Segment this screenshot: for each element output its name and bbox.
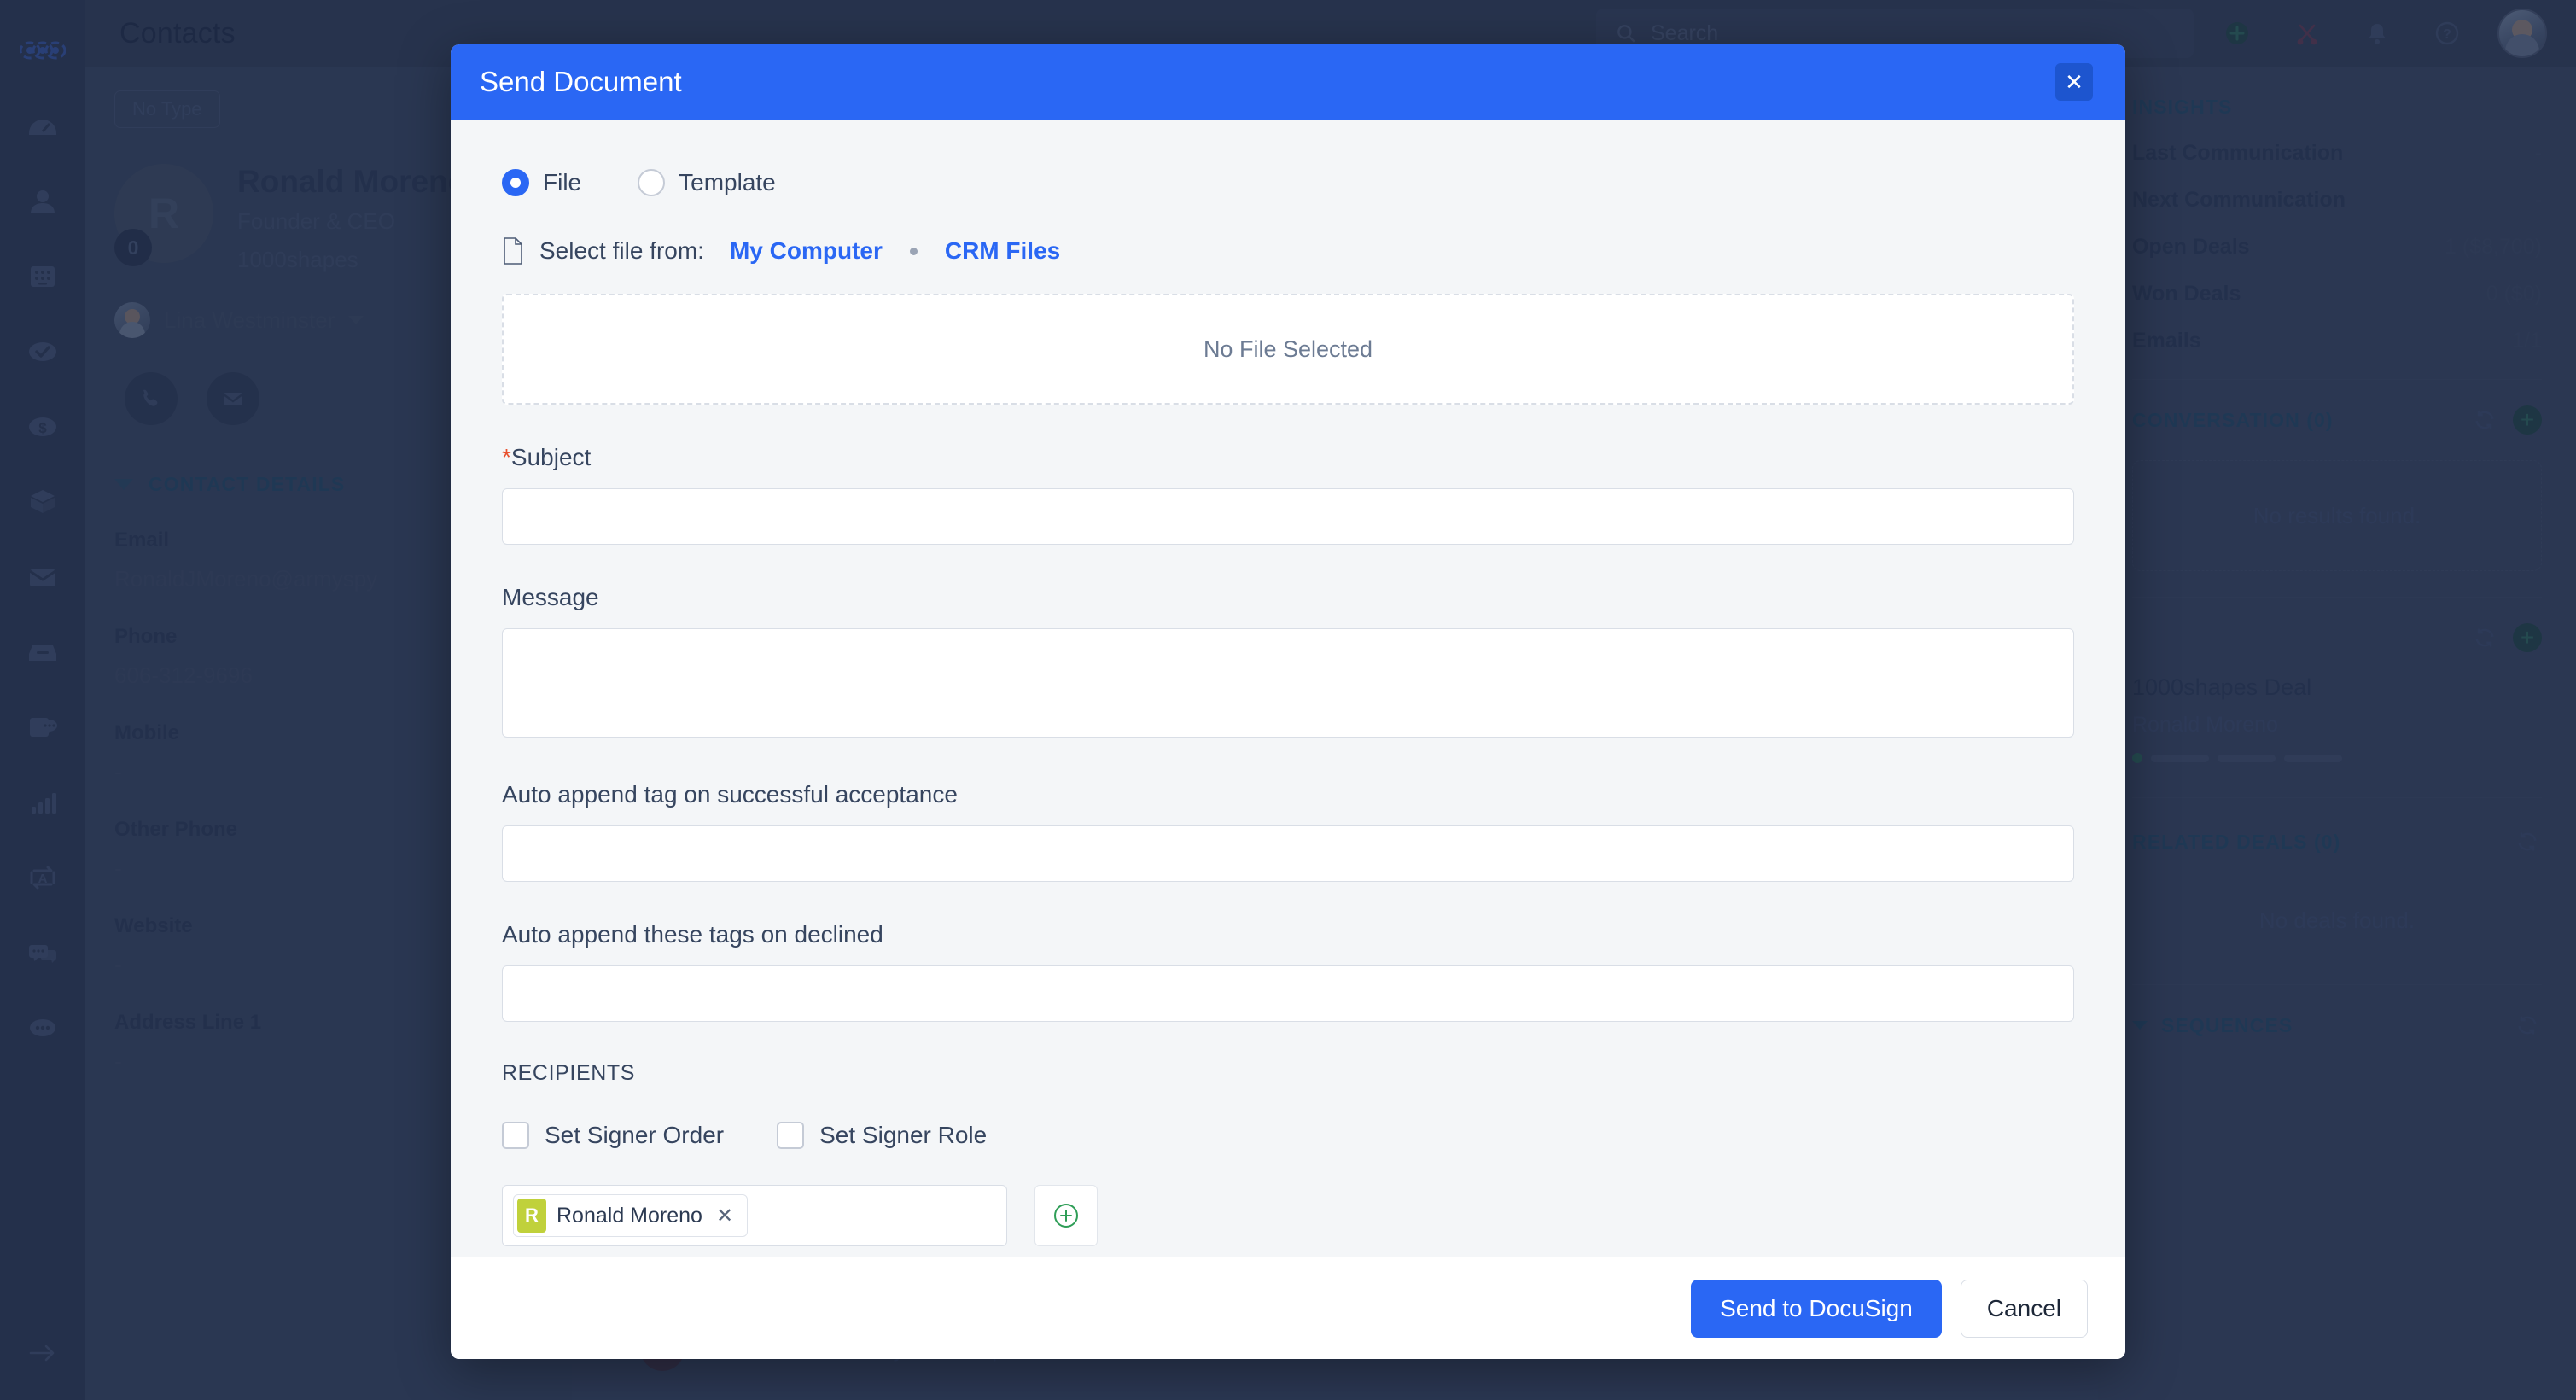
remove-recipient-icon[interactable]: ✕ — [713, 1204, 737, 1228]
file-dropzone[interactable]: No File Selected — [502, 294, 2074, 405]
select-file-from-label: Select file from: — [539, 237, 704, 264]
set-signer-role-label: Set Signer Role — [819, 1122, 988, 1148]
my-computer-link[interactable]: My Computer — [730, 237, 883, 265]
radio-option-template[interactable]: Template — [638, 169, 776, 196]
dropzone-text: No File Selected — [1203, 335, 1373, 362]
tag-decline-label: Auto append these tags on declined — [502, 921, 883, 948]
recipient-name: Ronald Moreno — [557, 1203, 702, 1228]
modal-header: Send Document ✕ — [451, 44, 2125, 120]
tag-accept-label: Auto append tag on successful acceptance — [502, 781, 958, 808]
tag-accept-input[interactable] — [502, 825, 2074, 882]
radio-file-label: File — [543, 169, 582, 195]
required-marker: * — [502, 444, 511, 470]
checkbox-set-signer-order[interactable]: Set Signer Order — [502, 1122, 724, 1149]
select-file-from-row: Select file from: My Computer CRM Files — [502, 237, 2074, 265]
recipient-chip[interactable]: R Ronald Moreno ✕ — [513, 1194, 749, 1237]
send-to-docusign-button[interactable]: Send to DocuSign — [1691, 1279, 1942, 1338]
document-icon — [502, 237, 524, 265]
plus-circle-icon — [1054, 1204, 1078, 1228]
cancel-button[interactable]: Cancel — [1960, 1279, 2088, 1338]
message-label: Message — [502, 584, 599, 610]
recipients-section-title: RECIPIENTS — [502, 1061, 636, 1085]
radio-template-label: Template — [679, 169, 776, 195]
link-separator-dot — [909, 247, 918, 255]
radio-template-icon[interactable] — [638, 169, 666, 196]
send-document-modal: Send Document ✕ File Template Select fil… — [451, 44, 2125, 1359]
recipients-row: R Ronald Moreno ✕ — [502, 1185, 2074, 1246]
message-textarea[interactable] — [502, 628, 2074, 738]
close-icon[interactable]: ✕ — [2055, 63, 2093, 101]
checkbox-icon[interactable] — [777, 1122, 805, 1149]
modal-footer: Send to DocuSign Cancel — [451, 1257, 2125, 1359]
recipients-input[interactable]: R Ronald Moreno ✕ — [502, 1185, 1007, 1246]
signer-options-row: Set Signer Order Set Signer Role — [502, 1122, 2074, 1149]
subject-label-text: Subject — [510, 444, 592, 470]
checkbox-icon[interactable] — [502, 1122, 529, 1149]
crm-files-link[interactable]: CRM Files — [945, 237, 1060, 265]
modal-body: File Template Select file from: My Compu… — [451, 120, 2125, 1257]
radio-file-icon[interactable] — [502, 169, 529, 196]
modal-title: Send Document — [480, 66, 682, 97]
set-signer-order-label: Set Signer Order — [545, 1122, 725, 1148]
subject-input[interactable] — [502, 488, 2074, 545]
source-type-radio-group: File Template — [502, 169, 2074, 196]
radio-option-file[interactable]: File — [502, 169, 581, 196]
recipient-initial-badge: R — [517, 1199, 546, 1233]
checkbox-set-signer-role[interactable]: Set Signer Role — [777, 1122, 987, 1149]
tag-decline-input[interactable] — [502, 965, 2074, 1022]
add-recipient-button[interactable] — [1034, 1185, 1098, 1246]
subject-label: *Subject — [502, 444, 2074, 471]
